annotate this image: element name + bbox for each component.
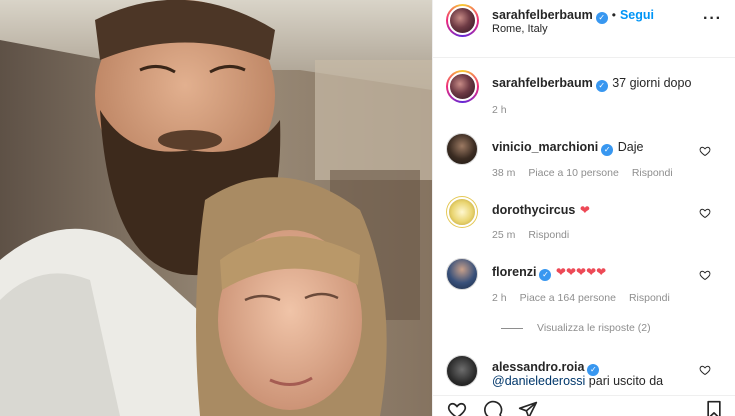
comment-username[interactable]: vinicio_marchioni bbox=[492, 140, 598, 154]
caption-time: 2 h bbox=[492, 104, 507, 116]
post-photo[interactable] bbox=[0, 0, 432, 416]
comment-text: florenzi ✓ ❤❤❤❤❤ bbox=[492, 263, 606, 281]
view-replies-button[interactable]: Visualizza le risposte (2) bbox=[501, 322, 651, 334]
caption-username[interactable]: sarahfelberbaum bbox=[492, 76, 593, 90]
post-header: sarahfelberbaum ✓ • Segui Rome, Italy ··· bbox=[433, 0, 735, 58]
author-avatar[interactable] bbox=[446, 4, 479, 37]
comment-meta: 25 m Rispondi bbox=[492, 229, 582, 241]
comment-username[interactable]: florenzi bbox=[492, 265, 536, 279]
view-replies-label: Visualizza le risposte (2) bbox=[537, 322, 651, 334]
comment-body: @danielederossi pari uscito da bbox=[492, 374, 664, 388]
verified-badge-icon: ✓ bbox=[601, 144, 614, 156]
heart-outline-icon[interactable] bbox=[699, 364, 711, 376]
comment-text: vinicio_marchioni ✓ Daje bbox=[492, 138, 643, 156]
comment-text: dorothycircus ❤ bbox=[492, 201, 590, 219]
paper-plane-icon[interactable] bbox=[518, 400, 538, 416]
follow-button[interactable]: Segui bbox=[620, 8, 654, 22]
comment-body: Daje bbox=[617, 140, 644, 154]
caption-body: 37 giorni dopo bbox=[612, 76, 692, 90]
more-options-icon[interactable]: ··· bbox=[703, 10, 722, 28]
commenter-avatar[interactable] bbox=[446, 258, 478, 290]
verified-badge-icon: ✓ bbox=[595, 80, 608, 92]
mention-link[interactable]: @danielederossi bbox=[492, 374, 585, 388]
action-bar bbox=[433, 395, 735, 416]
comment-likes[interactable]: Piace a 10 persone bbox=[528, 167, 618, 179]
comment-bubble-icon[interactable] bbox=[483, 400, 503, 416]
heart-emoji: ❤ bbox=[579, 203, 590, 217]
commenter-avatar[interactable] bbox=[446, 133, 478, 165]
comment-time: 25 m bbox=[492, 229, 516, 241]
commenter-avatar[interactable] bbox=[446, 196, 478, 228]
comment-username[interactable]: dorothycircus bbox=[492, 203, 575, 217]
heart-outline-icon[interactable] bbox=[447, 400, 467, 416]
heart-emoji: ❤❤❤❤❤ bbox=[555, 265, 607, 279]
comment-meta: 38 m Piace a 10 persone Rispondi bbox=[492, 167, 686, 179]
replies-divider bbox=[501, 327, 523, 329]
separator-dot: • bbox=[611, 8, 616, 22]
post-image bbox=[0, 0, 432, 416]
post-location[interactable]: Rome, Italy bbox=[492, 23, 548, 35]
heart-outline-icon[interactable] bbox=[699, 269, 711, 281]
verified-badge-icon: ✓ bbox=[539, 269, 552, 281]
comment-meta: 2 h Piace a 164 persone Rispondi bbox=[492, 292, 683, 304]
comment-time: 2 h bbox=[492, 292, 507, 304]
comment-time: 38 m bbox=[492, 167, 516, 179]
author-line: sarahfelberbaum ✓ • Segui bbox=[492, 6, 654, 24]
commenter-avatar[interactable] bbox=[446, 355, 478, 387]
post-sidebar: sarahfelberbaum ✓ • Segui Rome, Italy ··· s… bbox=[432, 0, 735, 416]
author-username[interactable]: sarahfelberbaum bbox=[492, 8, 593, 22]
heart-outline-icon[interactable] bbox=[699, 207, 711, 219]
caption-avatar[interactable] bbox=[446, 70, 479, 103]
reply-button[interactable]: Rispondi bbox=[632, 167, 673, 179]
verified-badge-icon: ✓ bbox=[595, 12, 608, 24]
bookmark-icon[interactable] bbox=[704, 400, 724, 416]
heart-outline-icon[interactable] bbox=[699, 145, 711, 157]
reply-button[interactable]: Rispondi bbox=[528, 229, 569, 241]
comment-username[interactable]: alessandro.roia bbox=[492, 360, 584, 374]
reply-button[interactable]: Rispondi bbox=[629, 292, 670, 304]
comment-likes[interactable]: Piace a 164 persone bbox=[520, 292, 616, 304]
caption-text: sarahfelberbaum ✓ 37 giorni dopo bbox=[492, 74, 691, 92]
